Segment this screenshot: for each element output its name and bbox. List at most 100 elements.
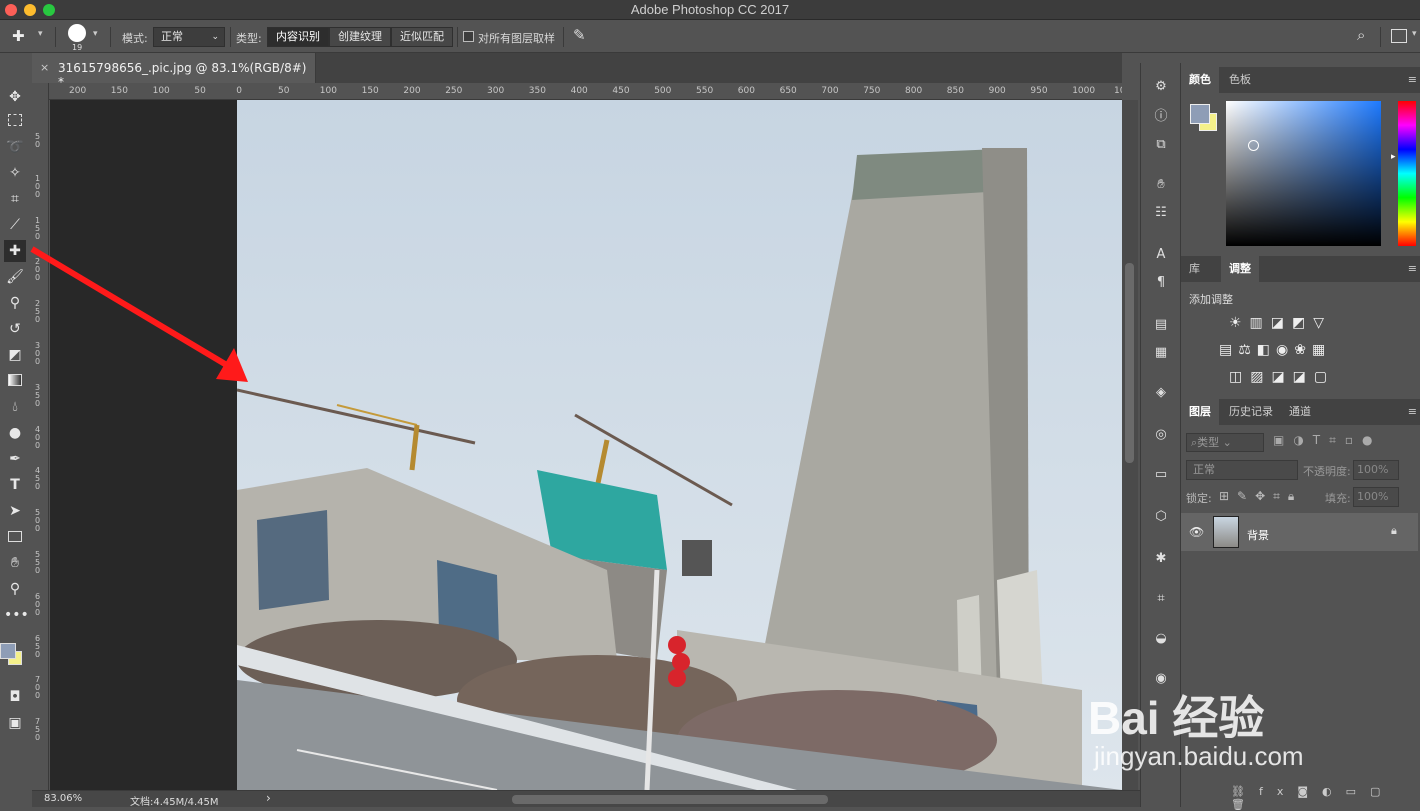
layer-row-background[interactable]: 👁︎ 背景 🔒︎ bbox=[1181, 513, 1418, 551]
foreground-color-swatch[interactable] bbox=[0, 643, 16, 659]
type-content-aware-button[interactable]: 内容识别 bbox=[267, 27, 329, 47]
healing-brush-preset-icon[interactable]: ✚ bbox=[12, 27, 32, 47]
move-tool-icon[interactable]: ✥ bbox=[4, 86, 26, 108]
adjustment-icons-row-2[interactable]: ▤⚖◧◉❀▦ bbox=[1219, 342, 1331, 358]
navigator-icon[interactable]: ⧉ bbox=[1151, 135, 1171, 155]
3d-cube-icon[interactable]: ◈ bbox=[1151, 383, 1171, 403]
mode-select[interactable]: 正常 ⌄ bbox=[153, 27, 225, 47]
healing-brush-tool-icon[interactable]: ✚ bbox=[4, 240, 26, 262]
lock-icons[interactable]: ⊞✎✥⌗🔒︎ bbox=[1219, 489, 1302, 504]
layer-action-icons[interactable]: ⛓fx◙◐▭▢🗑︎ bbox=[1231, 785, 1420, 811]
rectangle-tool-icon[interactable] bbox=[4, 526, 26, 548]
pen-tool-icon[interactable]: ✒ bbox=[4, 448, 26, 470]
color-field[interactable] bbox=[1226, 101, 1381, 246]
ruler-tick-label: 500 bbox=[35, 508, 41, 534]
3d-icon[interactable]: ⚙ bbox=[1151, 77, 1171, 97]
sample-all-layers-checkbox[interactable] bbox=[463, 31, 474, 42]
gradient-tool-icon[interactable] bbox=[4, 370, 26, 392]
dodge-tool-icon[interactable]: ● bbox=[4, 422, 26, 444]
eyedropper-tool-icon[interactable]: ⟋ bbox=[4, 214, 26, 236]
info-icon[interactable]: ⓘ bbox=[1151, 107, 1171, 127]
document-tab[interactable]: × 31615798656_.pic.jpg @ 83.1%(RGB/8#) * bbox=[32, 53, 316, 89]
horizontal-scroll-thumb[interactable] bbox=[512, 795, 828, 804]
tab-swatches[interactable]: 色板 bbox=[1221, 67, 1259, 93]
measurement-icon[interactable]: ◒ bbox=[1151, 629, 1171, 649]
watermark-brand: Bai 经验 bbox=[1088, 692, 1265, 744]
ruler-tick-label: 550 bbox=[35, 550, 41, 575]
pressure-size-icon[interactable]: ✎ bbox=[573, 26, 586, 44]
lasso-tool-icon[interactable]: ➰ bbox=[4, 136, 26, 158]
tab-color[interactable]: 颜色 bbox=[1181, 67, 1219, 93]
quick-mask-icon[interactable]: ◘ bbox=[4, 686, 26, 708]
tab-adjustments[interactable]: 调整 bbox=[1221, 256, 1259, 282]
layer-filter-select[interactable]: ⌕类型 ⌄ bbox=[1186, 433, 1264, 452]
ruler-tick-label: 10 bbox=[1114, 86, 1122, 96]
document-image[interactable] bbox=[237, 100, 1122, 790]
type-tool-icon[interactable]: T bbox=[4, 474, 26, 496]
brush-panel-icon[interactable]: ✋︎ bbox=[1151, 175, 1171, 195]
zoom-tool-icon[interactable]: ⚲ bbox=[4, 578, 26, 600]
search-icon[interactable]: ⌕ bbox=[1357, 26, 1365, 44]
zoom-level[interactable]: 83.06% bbox=[44, 793, 82, 804]
close-tab-icon[interactable]: × bbox=[40, 61, 49, 74]
chevron-down-icon[interactable]: ▾ bbox=[38, 29, 43, 39]
notes-icon[interactable]: ▦ bbox=[1151, 343, 1171, 363]
more-tools-icon[interactable]: ••• bbox=[4, 604, 29, 626]
blur-tool-icon[interactable]: 💧︎ bbox=[4, 396, 26, 418]
hue-slider-handle[interactable]: ▸ bbox=[1391, 152, 1396, 162]
tab-history[interactable]: 历史记录 bbox=[1221, 399, 1281, 425]
adjustment-icons-row-3[interactable]: ◫▨◪◪▢ bbox=[1229, 369, 1335, 385]
layer-filter-icons[interactable]: ▣◑T⌗▫● bbox=[1273, 433, 1382, 448]
hue-slider[interactable] bbox=[1398, 101, 1416, 246]
tab-channels[interactable]: 通道 bbox=[1281, 399, 1319, 425]
tools-panel: ✥ ➰ ✧ ⌗ ⟋ ✚ 🖌︎ ⚲ ↺ ◩ 💧︎ ● ✒ T ➤ ✋︎ ⚲ •••… bbox=[0, 60, 32, 750]
ruler-tick-label: 650 bbox=[35, 633, 41, 659]
mode-label: 模式: bbox=[122, 32, 148, 45]
plugins-icon[interactable]: ✱ bbox=[1151, 549, 1171, 569]
paragraph-icon[interactable]: ¶ bbox=[1151, 273, 1171, 293]
chevron-down-icon[interactable]: ▾ bbox=[1412, 29, 1417, 39]
actions-icon[interactable]: ▤ bbox=[1151, 315, 1171, 335]
screen-mode-icon[interactable]: ▣ bbox=[4, 712, 26, 734]
color-picker-cursor[interactable] bbox=[1248, 140, 1259, 151]
brush-tool-icon[interactable]: 🖌︎ bbox=[4, 266, 26, 288]
workspace-icon[interactable] bbox=[1391, 29, 1407, 43]
ruler-tick-label: 600 bbox=[737, 86, 755, 96]
folder-icon[interactable]: ▭ bbox=[1151, 465, 1171, 485]
tool-presets-icon[interactable]: ⬡ bbox=[1151, 507, 1171, 527]
tab-libraries[interactable]: 库 bbox=[1181, 256, 1208, 282]
path-selection-tool-icon[interactable]: ➤ bbox=[4, 500, 26, 522]
brush-preview-icon[interactable] bbox=[68, 24, 86, 42]
quick-selection-tool-icon[interactable]: ✧ bbox=[4, 162, 26, 184]
properties-icon[interactable]: ☷ bbox=[1151, 203, 1171, 223]
options-bar: ✚ ▾ 19 ▾ 模式: 正常 ⌄ 类型: 内容识别 创建纹理 近似匹配 对所有… bbox=[0, 21, 1420, 53]
timeline-icon[interactable]: ◎ bbox=[1151, 425, 1171, 445]
panel-menu-icon[interactable]: ≡ bbox=[1408, 262, 1417, 275]
ruler-tick-label: 100 bbox=[319, 86, 337, 96]
visibility-eye-icon[interactable]: 👁︎ bbox=[1189, 525, 1204, 539]
marquee-tool-icon[interactable] bbox=[4, 110, 26, 132]
crop-panel-icon[interactable]: ⌗ bbox=[1151, 589, 1171, 609]
hand-tool-icon[interactable]: ✋︎ bbox=[4, 552, 26, 574]
adjustment-icons-row-1[interactable]: ☀▥◪◩▽ bbox=[1229, 315, 1332, 331]
chevron-down-icon[interactable]: ▾ bbox=[93, 29, 98, 39]
type-create-texture-button[interactable]: 创建纹理 bbox=[329, 27, 391, 47]
panel-menu-icon[interactable]: ≡ bbox=[1408, 73, 1417, 86]
history-brush-tool-icon[interactable]: ↺ bbox=[4, 318, 26, 340]
color-fg-swatch[interactable] bbox=[1190, 104, 1210, 124]
blend-mode-select[interactable]: 正常 bbox=[1186, 460, 1298, 480]
vertical-scroll-thumb[interactable] bbox=[1125, 263, 1134, 463]
clone-stamp-tool-icon[interactable]: ⚲ bbox=[4, 292, 26, 314]
fill-input[interactable]: 100% bbox=[1353, 487, 1399, 507]
type-proximity-match-button[interactable]: 近似匹配 bbox=[391, 27, 453, 47]
tab-layers[interactable]: 图层 bbox=[1181, 399, 1219, 425]
eraser-tool-icon[interactable]: ◩ bbox=[4, 344, 26, 366]
crop-tool-icon[interactable]: ⌗ bbox=[4, 188, 26, 210]
panel-menu-icon[interactable]: ≡ bbox=[1408, 405, 1417, 418]
opacity-input[interactable]: 100% bbox=[1353, 460, 1399, 480]
ruler-tick-label: 550 bbox=[696, 86, 714, 96]
character-icon[interactable]: A bbox=[1151, 245, 1171, 265]
status-menu-arrow[interactable]: › bbox=[266, 791, 271, 805]
ruler-tick-label: 450 bbox=[35, 466, 41, 492]
mode-value: 正常 bbox=[161, 30, 183, 43]
